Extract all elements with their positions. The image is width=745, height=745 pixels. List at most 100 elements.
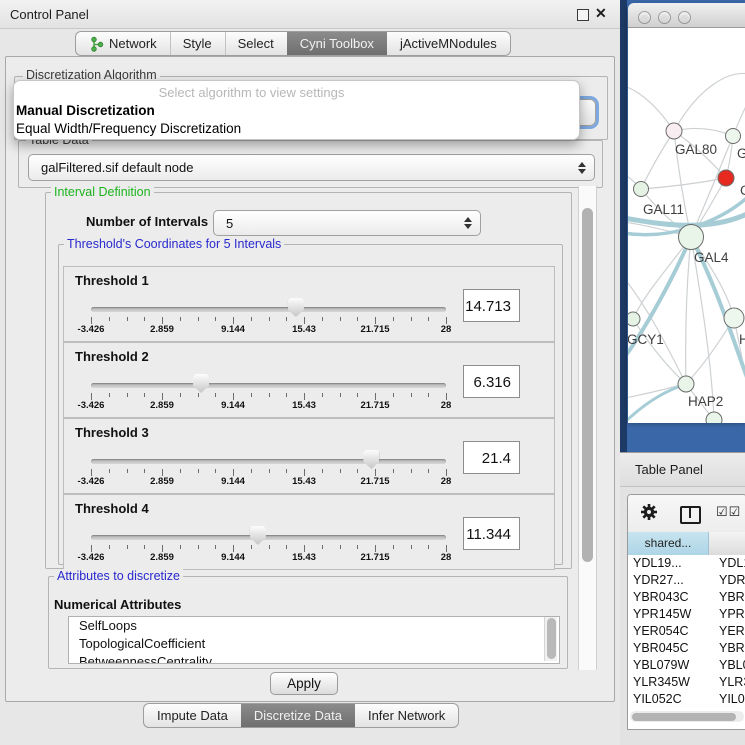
table-row[interactable]: YLR345WYLR3 <box>628 674 745 691</box>
cell-shared-name[interactable]: YBR043C <box>628 589 709 606</box>
minimize-traffic-light-icon[interactable] <box>658 11 671 24</box>
threshold-value-field[interactable]: 14.713 <box>463 289 520 322</box>
slider-thumb-icon[interactable] <box>288 298 304 317</box>
scrollbar-thumb[interactable] <box>632 713 736 721</box>
tab-jactivemnodules[interactable]: jActiveMNodules <box>387 31 511 56</box>
cell-name[interactable]: YBR0 <box>709 589 745 606</box>
cell-name[interactable]: YIL0 <box>709 691 745 708</box>
network-edge[interactable] <box>674 73 745 131</box>
network-node[interactable] <box>628 312 640 326</box>
threshold-value-field[interactable]: 6.316 <box>463 365 520 398</box>
cell-shared-name[interactable]: YBL079W <box>628 657 709 674</box>
tab-impute-data[interactable]: Impute Data <box>143 703 241 728</box>
select-columns-checkboxes-icon[interactable]: ☑☑ <box>716 504 741 520</box>
network-edge[interactable] <box>674 128 733 136</box>
combo-updown-icon <box>574 162 590 174</box>
table-data-combobox[interactable]: galFiltered.sif default node <box>28 154 595 181</box>
network-node[interactable] <box>634 182 649 197</box>
panel-vertical-scrollbar[interactable] <box>578 186 597 670</box>
slider-tick <box>251 545 252 549</box>
dropdown-item-equal-width[interactable]: Equal Width/Frequency Discretization <box>14 120 579 138</box>
network-edge[interactable] <box>628 86 674 131</box>
cell-shared-name[interactable]: YER054C <box>628 623 709 640</box>
network-edge[interactable] <box>641 131 674 189</box>
number-of-intervals-combobox[interactable]: 5 <box>213 210 481 236</box>
column-header-shared-name[interactable]: shared... <box>628 532 709 555</box>
apply-button[interactable]: Apply <box>270 672 338 695</box>
table-row[interactable]: YDL19...YDL1 <box>628 555 745 572</box>
float-window-icon[interactable] <box>577 9 589 21</box>
slider-track[interactable] <box>91 307 446 312</box>
dropdown-placeholder-item[interactable]: Select algorithm to view settings <box>14 84 579 102</box>
column-settings-icon[interactable] <box>680 506 701 524</box>
interval-definition-legend: Interval Definition <box>51 185 154 199</box>
table-row[interactable]: YER054CYER0 <box>628 623 745 640</box>
cell-shared-name[interactable]: YIL052C <box>628 691 709 708</box>
cell-shared-name[interactable]: YDR27... <box>628 572 709 589</box>
cell-shared-name[interactable]: YLR345W <box>628 674 709 691</box>
tab-infer-network[interactable]: Infer Network <box>355 703 459 728</box>
cell-name[interactable]: YER0 <box>709 623 745 640</box>
slider-tick-label: -3.426 <box>78 552 105 563</box>
node-label: GA <box>737 146 745 161</box>
network-node[interactable] <box>718 170 734 186</box>
network-edge[interactable] <box>628 278 686 384</box>
close-icon[interactable]: ✕ <box>595 5 607 22</box>
tab-style[interactable]: Style <box>170 31 225 56</box>
network-node[interactable] <box>666 123 682 139</box>
list-item[interactable]: SelfLoops <box>69 617 559 635</box>
slider-tick <box>127 545 128 549</box>
numerical-attributes-list[interactable]: SelfLoopsTopologicalCoefficientBetweenne… <box>68 616 560 664</box>
gear-icon[interactable] <box>640 503 658 521</box>
network-node[interactable] <box>726 129 741 144</box>
cell-name[interactable]: YDL1 <box>709 555 745 572</box>
table-row[interactable]: YIL052CYIL0 <box>628 691 745 708</box>
threshold-value-field[interactable]: 11.344 <box>463 517 520 550</box>
threshold-value-field[interactable]: 21.4 <box>463 441 520 474</box>
network-edge[interactable] <box>633 319 686 384</box>
cell-name[interactable]: YLR3 <box>709 674 745 691</box>
close-traffic-light-icon[interactable] <box>638 11 651 24</box>
network-edge-thick[interactable] <box>628 384 686 423</box>
tab-network[interactable]: Network <box>75 31 170 56</box>
cell-name[interactable]: YBR0 <box>709 640 745 657</box>
network-node[interactable] <box>679 225 704 250</box>
tab-cyni-toolbox[interactable]: Cyni Toolbox <box>287 31 387 56</box>
cell-name[interactable]: YBL0 <box>709 657 745 674</box>
slider-track[interactable] <box>91 535 446 540</box>
scrollbar-thumb[interactable] <box>582 208 593 562</box>
table-row[interactable]: YBL079WYBL0 <box>628 657 745 674</box>
list-item[interactable]: BetweennessCentrality <box>69 653 559 664</box>
network-node[interactable] <box>724 308 744 328</box>
slider-thumb-icon[interactable] <box>363 450 379 469</box>
network-node[interactable] <box>706 412 722 423</box>
cell-shared-name[interactable]: YPR145W <box>628 606 709 623</box>
slider-thumb-icon[interactable] <box>250 526 266 545</box>
network-edge[interactable] <box>633 237 691 319</box>
network-canvas[interactable]: GAL80GACGAL11GAL4GCY1HHAP2 <box>628 28 745 423</box>
threshold-label: Threshold 2 <box>75 349 149 364</box>
table-row[interactable]: YBR043CYBR0 <box>628 589 745 606</box>
scrollbar-thumb[interactable] <box>547 618 556 659</box>
slider-track[interactable] <box>91 383 446 388</box>
slider-tick <box>109 393 110 397</box>
zoom-traffic-light-icon[interactable] <box>678 11 691 24</box>
column-header-name[interactable]: name <box>709 532 745 555</box>
tab-discretize-data[interactable]: Discretize Data <box>241 703 355 728</box>
table-row[interactable]: YBR045CYBR0 <box>628 640 745 657</box>
attributes-list-scrollbar[interactable] <box>544 617 557 661</box>
table-row[interactable]: YDR27...YDR2 <box>628 572 745 589</box>
tab-select[interactable]: Select <box>225 31 287 56</box>
cell-name[interactable]: YPR1 <box>709 606 745 623</box>
dropdown-item-manual-discretization[interactable]: Manual Discretization <box>14 102 579 120</box>
table-row[interactable]: YPR145WYPR1 <box>628 606 745 623</box>
network-node[interactable] <box>678 376 694 392</box>
list-item[interactable]: TopologicalCoefficient <box>69 635 559 653</box>
slider-track[interactable] <box>91 459 446 464</box>
table-horizontal-scrollbar[interactable] <box>630 711 744 722</box>
cell-shared-name[interactable]: YBR045C <box>628 640 709 657</box>
slider-thumb-icon[interactable] <box>193 374 209 393</box>
cell-shared-name[interactable]: YDL19... <box>628 555 709 572</box>
cell-name[interactable]: YDR2 <box>709 572 745 589</box>
network-edge[interactable] <box>686 237 691 384</box>
